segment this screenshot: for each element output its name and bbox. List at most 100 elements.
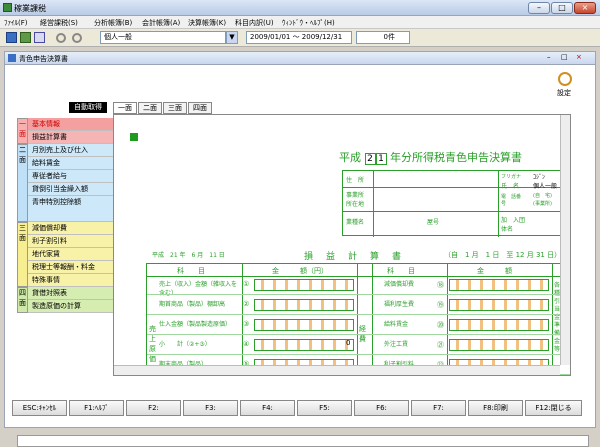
sidebar-item-depreciation[interactable]: 減価償却費 xyxy=(28,222,113,235)
sidebar-item-interest[interactable]: 利子割引料 xyxy=(28,235,113,248)
auto-get-button[interactable]: 自動取得 xyxy=(69,102,107,113)
group-page1: 一面 xyxy=(17,118,28,144)
pl-title: 損 益 計 算 書 xyxy=(304,252,404,262)
settings-label[interactable]: 設定 xyxy=(557,88,571,98)
menu-breakdown[interactable]: 科目内訳(U) xyxy=(235,18,274,28)
right-row-label: 減価償却費 xyxy=(384,281,415,288)
furigana-value: ｺｼﾞﾝ xyxy=(533,174,546,181)
close-button[interactable]: × xyxy=(574,2,596,14)
row-divider xyxy=(147,334,570,335)
menu-analysis[interactable]: 分析帳簿(B) xyxy=(94,18,132,28)
phone-office-label: (事業所) xyxy=(533,201,552,207)
left-row-label: 期首商品（製品）棚卸高 xyxy=(159,301,226,308)
right-row-number: ⑲ xyxy=(437,301,444,309)
category-select[interactable]: 個人一般 xyxy=(100,31,226,44)
menu-window-help[interactable]: ｳｨﾝﾄﾞｳ・ﾍﾙﾌﾟ(H) xyxy=(282,18,335,28)
tab-page4[interactable]: 四面 xyxy=(188,102,212,114)
fkey-button[interactable]: F2: xyxy=(126,400,181,416)
tab-page1[interactable]: 一面 xyxy=(113,102,137,114)
count-field: 0件 xyxy=(356,31,410,44)
right-row-number: ㉑ xyxy=(437,341,444,349)
sidebar-item-monthly-sales[interactable]: 月別売上及び仕入 xyxy=(28,144,113,157)
col-item-right: 科 目 xyxy=(387,267,415,275)
form-hscroll[interactable] xyxy=(114,365,560,375)
left-row-number: ② xyxy=(243,300,250,308)
subtotal-value: 0 xyxy=(346,339,351,347)
tool-icon[interactable] xyxy=(72,33,82,43)
sidebar-item-family-salary[interactable]: 専従者給与 xyxy=(28,170,113,183)
period-field[interactable]: 2009/01/01 〜 2009/12/31 xyxy=(246,31,352,44)
right-row-number: ⑳ xyxy=(437,321,444,329)
left-row-label: 仕入金額（製品製造原価） xyxy=(159,321,232,328)
pl-rows: 売上（収入）金額（雑収入を含む） ① 減価償却費 ⑱ 期首商品（製品）棚卸高 ② 福利厚生費… xyxy=(147,276,570,375)
title-bar: 稼業課税 – □ × xyxy=(0,0,600,16)
sidebar-item-bad-debt[interactable]: 貸倒引当金繰入額 xyxy=(28,183,113,196)
label-address: 住 所 xyxy=(346,177,365,184)
menu-bar: ﾌｧｲﾙ(F) 経営課税(S) 分析帳簿(B) 会計帳簿(A) 決算帳簿(K) … xyxy=(0,16,600,29)
amount-input[interactable] xyxy=(254,279,354,291)
wrench-icon[interactable] xyxy=(56,33,66,43)
inner-maximize-button[interactable]: □ xyxy=(561,53,568,61)
maximize-button[interactable]: □ xyxy=(551,2,573,14)
sidebar-item-pl[interactable]: 損益計算書 xyxy=(28,131,113,144)
form-heading: 平成 21 年分所得税青色申告決算書 xyxy=(339,151,522,165)
gear-icon[interactable] xyxy=(558,72,572,86)
save-icon[interactable] xyxy=(6,32,17,43)
label-industry: 業種名 xyxy=(346,219,365,226)
left-row-number: ③ xyxy=(243,320,250,328)
fkey-button[interactable]: F12:閉じる xyxy=(525,400,582,416)
chevron-down-icon[interactable]: ▼ xyxy=(226,31,238,44)
col-item-left: 科 目 xyxy=(177,267,205,275)
sidebar-item-rent[interactable]: 地代家賃 xyxy=(28,248,113,261)
sidebar-item-special-deduction[interactable]: 青申特別控除額 xyxy=(28,196,113,222)
form-date: 平成 21 年 6 月 11 日 xyxy=(152,252,225,259)
label-office-address: 事業所所在地 xyxy=(346,192,365,208)
right-row-label: 給料賃金 xyxy=(384,321,409,328)
amount-input[interactable] xyxy=(254,339,354,351)
sidebar-item-balance[interactable]: 貸借対照表 xyxy=(28,287,113,300)
tab-page3[interactable]: 三面 xyxy=(163,102,187,114)
phone-home-label: (自 宅) xyxy=(533,193,552,199)
amount-input[interactable] xyxy=(254,319,354,331)
app-icon xyxy=(3,3,12,12)
inner-title-bar: 青色申告決算書 – □ × xyxy=(5,52,595,65)
inner-close-button[interactable]: × xyxy=(576,53,582,61)
fkey-button[interactable]: F7: xyxy=(411,400,466,416)
amount-input[interactable] xyxy=(449,319,549,331)
menu-file[interactable]: ﾌｧｲﾙ(F) xyxy=(4,18,28,28)
minimize-button[interactable]: – xyxy=(528,2,550,14)
doc-icon xyxy=(8,54,16,62)
sidebar-item-basic-info[interactable]: 基本情報 xyxy=(28,118,113,131)
pl-period: （自 1 月 1 日 至 12 月 31 日） xyxy=(444,251,562,259)
form-vscroll[interactable] xyxy=(560,115,570,365)
amount-input[interactable] xyxy=(449,279,549,291)
mail-icon[interactable] xyxy=(34,32,45,43)
sidebar-item-manufacturing[interactable]: 製造原価の計算 xyxy=(28,300,113,313)
marker-square xyxy=(130,133,138,141)
label-name: 氏 名 xyxy=(501,183,520,190)
inner-title: 青色申告決算書 xyxy=(19,55,68,63)
address-block: 住 所 事業所所在地 業種名 屋号 フリガナ ｺｼﾞﾝ 氏 名 個人一般 電 話… xyxy=(342,170,570,237)
amount-input[interactable] xyxy=(449,339,549,351)
left-row-label: 小 計（②+③） xyxy=(159,341,211,348)
menu-settlement[interactable]: 決算帳簿(K) xyxy=(188,18,226,28)
tab-page2[interactable]: 二面 xyxy=(138,102,162,114)
fkey-button[interactable]: F5: xyxy=(297,400,352,416)
col-amount-left: 金 額（円） xyxy=(272,267,328,275)
amount-input[interactable] xyxy=(449,299,549,311)
sidebar-item-salary[interactable]: 給料賃金 xyxy=(28,157,113,170)
open-icon[interactable] xyxy=(20,32,31,43)
fkey-button[interactable]: F1:ﾍﾙﾌﾟ xyxy=(69,400,124,416)
fkey-button[interactable]: F6: xyxy=(354,400,409,416)
amount-input[interactable] xyxy=(254,299,354,311)
inner-minimize-button[interactable]: – xyxy=(547,53,551,61)
menu-keiei[interactable]: 経営課税(S) xyxy=(40,18,78,28)
fkey-button[interactable]: ESC:ｷｬﾝｾﾙ xyxy=(12,400,67,416)
label-phone: 電 話番 号 xyxy=(501,194,527,207)
sidebar-item-special[interactable]: 特殊事情 xyxy=(28,274,113,287)
menu-accounting[interactable]: 会計帳簿(A) xyxy=(142,18,180,28)
fkey-button[interactable]: F8:印刷 xyxy=(468,400,523,416)
fkey-button[interactable]: F3: xyxy=(183,400,238,416)
fkey-button[interactable]: F4: xyxy=(240,400,295,416)
sidebar-item-tax-fees[interactable]: 税理士等報酬・料金 xyxy=(28,261,113,274)
